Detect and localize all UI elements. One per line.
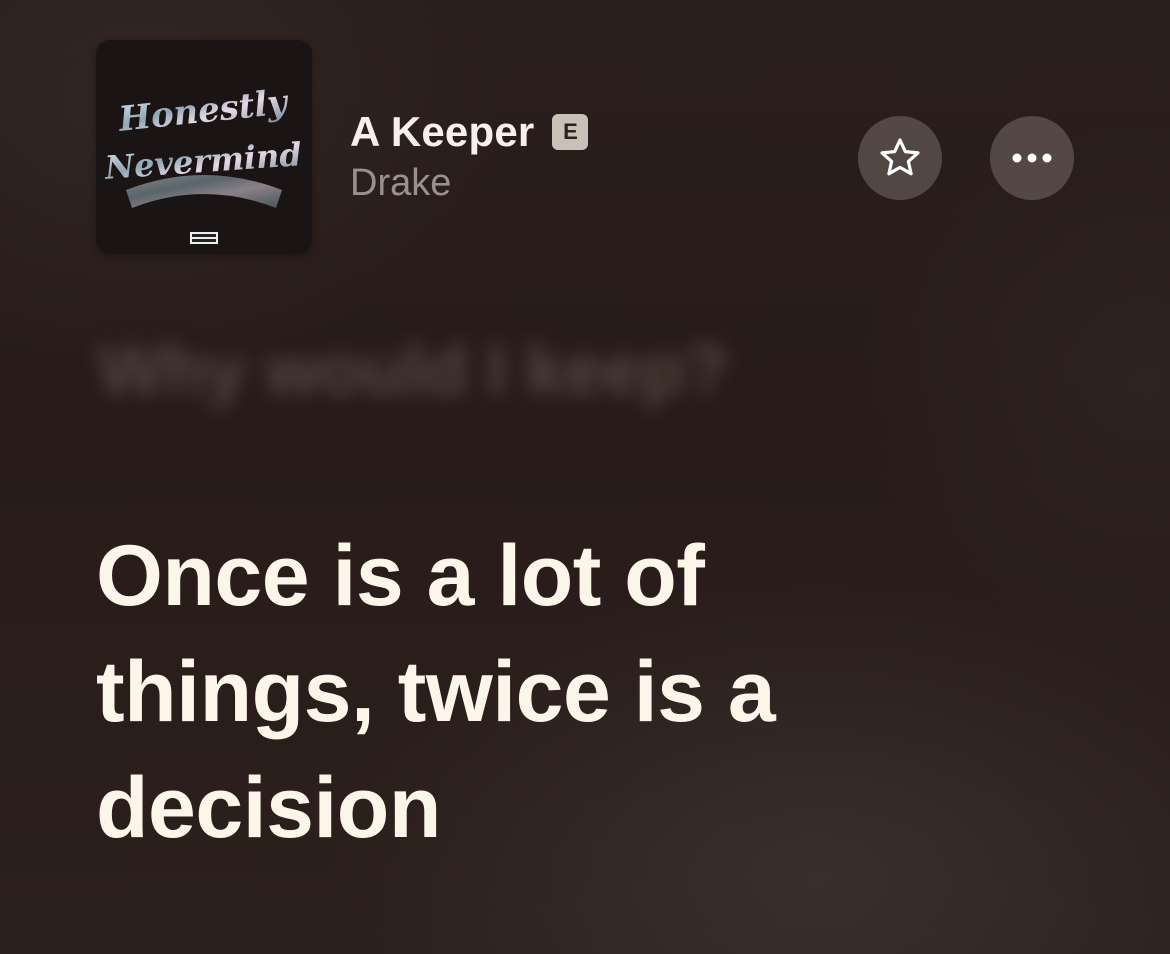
favorite-button[interactable]	[858, 116, 942, 200]
star-icon	[880, 138, 920, 176]
lyric-line-previous[interactable]: Why would I keep?	[98, 330, 728, 410]
ellipsis-icon	[1012, 153, 1052, 163]
lyric-line-current[interactable]: Once is a lot of things, twice is a deci…	[96, 518, 976, 866]
album-cover-graphic: Honestly Nevermind	[96, 40, 312, 254]
track-title: A Keeper	[350, 108, 535, 155]
title-row: A Keeper E	[350, 108, 589, 156]
track-artist[interactable]: Drake	[350, 162, 588, 205]
more-options-button[interactable]	[990, 116, 1074, 200]
track-info[interactable]: A Keeper E Drake	[350, 108, 589, 205]
explicit-badge: E	[552, 114, 589, 150]
album-artwork[interactable]: Honestly Nevermind	[96, 40, 312, 254]
